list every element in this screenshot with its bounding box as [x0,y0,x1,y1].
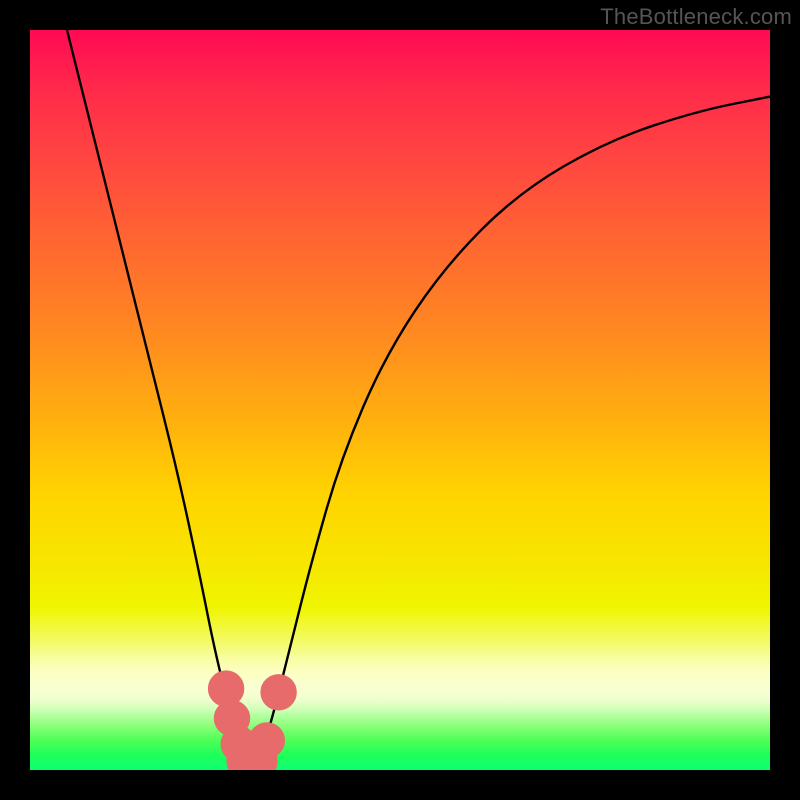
watermark-text: TheBottleneck.com [600,4,792,30]
bottleneck-curve [67,30,770,762]
plot-area [30,30,770,770]
marker-dot [249,723,284,758]
curve-layer [30,30,770,770]
marker-group [208,671,296,770]
marker-dot [261,675,296,710]
chart-frame: TheBottleneck.com [0,0,800,800]
